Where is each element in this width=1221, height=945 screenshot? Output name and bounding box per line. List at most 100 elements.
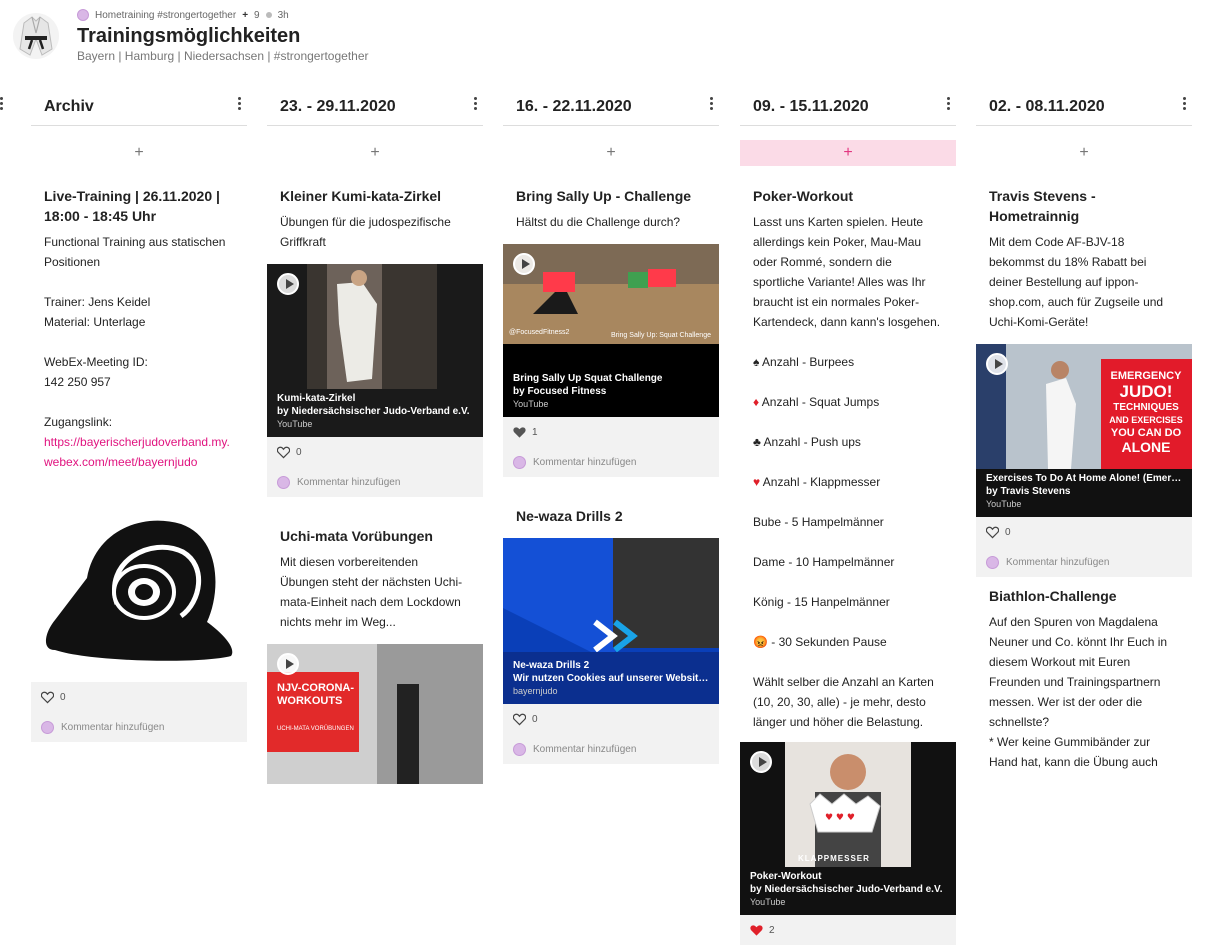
post-footer: 2 <box>740 915 956 945</box>
reactions-bar: 0 <box>267 437 483 467</box>
column-02-08-nov: 02. - 08.11.2020 + Travis Stevens - Home… <box>976 92 1192 769</box>
add-post-button[interactable]: + <box>976 140 1192 166</box>
post-title: Live-Training | 26.11.2020 | 18:00 - 18:… <box>44 188 220 224</box>
video-attachment[interactable]: @FocusedFitness2 Bring Sally Up: Squat C… <box>503 244 719 417</box>
link-title: Ne-waza Drills 2 <box>513 660 590 671</box>
comment-placeholder: Kommentar hinzufügen <box>533 743 637 755</box>
post-body-continued: Wählt selber die Anzahl an Karten (10, 2… <box>753 675 934 729</box>
post-footer: 1 Kommentar hinzufügen <box>503 417 719 477</box>
post-title: Poker-Workout <box>753 188 854 204</box>
heart-icon[interactable] <box>277 446 290 459</box>
post-card[interactable]: Kleiner Kumi-kata-Zirkel Übungen für die… <box>267 186 483 497</box>
comment-input[interactable]: Kommentar hinzufügen <box>503 447 719 477</box>
column-archiv: Archiv + Live-Training | 26.11.2020 | 18… <box>31 92 247 742</box>
video-attachment[interactable]: EMERGENCY JUDO! TECHNIQUES AND EXERCISES… <box>976 344 1192 517</box>
link-description: Wir nutzen Cookies auf unserer Website. … <box>513 673 709 684</box>
post-card[interactable]: Travis Stevens - Hometrainnig Mit dem Co… <box>976 186 1192 577</box>
column-23-29-nov: 23. - 29.11.2020 + Kleiner Kumi-kata-Zir… <box>267 92 483 784</box>
post-body: Lasst uns Karten spielen. Heute allerdin… <box>753 215 941 329</box>
more-options-icon[interactable] <box>472 97 478 113</box>
play-icon[interactable] <box>750 751 772 773</box>
more-options-icon[interactable] <box>708 97 714 113</box>
more-options-icon[interactable] <box>945 97 951 113</box>
add-post-button[interactable]: + <box>31 140 247 166</box>
reactions-bar: 2 <box>740 915 956 945</box>
heart-icon[interactable] <box>41 691 54 704</box>
post-title: Biathlon-Challenge <box>989 588 1117 604</box>
separator-dot <box>265 12 272 18</box>
club-icon: ♣ <box>753 435 761 449</box>
thumbnail-subtitle: UCHI-MATA VORÜBUNGEN <box>277 726 354 732</box>
link-caption: Ne-waza Drills 2 Wir nutzen Cookies auf … <box>503 653 719 704</box>
reactions-bar: 0 <box>503 704 719 734</box>
add-post-button[interactable]: + <box>740 140 956 166</box>
group-name[interactable]: Hometraining #strongertogether <box>95 10 236 21</box>
video-attachment[interactable]: ♥ ♥ ♥ KLAPPMESSER Poker-Workout by Niede… <box>740 742 956 915</box>
post-card[interactable]: Bring Sally Up - Challenge Hältst du die… <box>503 186 719 477</box>
more-options-icon[interactable] <box>236 97 242 113</box>
video-attachment[interactable]: Kumi-kata-Zirkel by Niedersächsischer Ju… <box>267 264 483 437</box>
thumbnail-tag: Bring Sally Up: Squat Challenge <box>610 332 711 339</box>
list-item: ♦ Anzahl - Squat Jumps <box>753 395 880 409</box>
play-icon[interactable] <box>277 273 299 295</box>
video-attachment[interactable]: NJV-CORONA-WORKOUTS UCHI-MATA VORÜBUNGEN <box>267 644 483 784</box>
webex-logo <box>45 520 233 661</box>
post-footer: 0 Kommentar hinzufügen <box>267 437 483 497</box>
members-count: 9 <box>254 9 260 21</box>
add-post-button[interactable]: + <box>267 140 483 166</box>
column-header: 09. - 15.11.2020 <box>740 92 956 126</box>
play-icon[interactable] <box>513 253 535 275</box>
column-header: 02. - 08.11.2020 <box>976 92 1192 126</box>
play-icon[interactable] <box>986 353 1008 375</box>
comment-input[interactable]: Kommentar hinzufügen <box>503 734 719 764</box>
post-card[interactable]: Poker-Workout Lasst uns Karten spielen. … <box>740 186 956 945</box>
add-post-button[interactable]: + <box>503 140 719 166</box>
post-body: Mit diesen vorbereitenden Übungen steht … <box>280 555 463 629</box>
list-item: ♠ Anzahl - Burpees <box>753 355 855 369</box>
page-subtitle: Bayern | Hamburg | Niedersachsen | #stro… <box>77 49 369 63</box>
heart-icon[interactable] <box>513 713 526 726</box>
post-title: Kleiner Kumi-kata-Zirkel <box>280 188 442 204</box>
more-options-icon[interactable] <box>1181 97 1187 113</box>
comment-input[interactable]: Kommentar hinzufügen <box>976 547 1192 577</box>
post-card[interactable]: Live-Training | 26.11.2020 | 18:00 - 18:… <box>31 186 247 742</box>
post-title: Uchi-mata Vorübungen <box>280 528 433 544</box>
comment-placeholder: Kommentar hinzufügen <box>533 456 637 468</box>
post-card[interactable]: Biathlon-Challenge Auf den Spuren von Ma… <box>976 586 1192 772</box>
post-body: Functional Training aus statischen Posit… <box>44 235 226 429</box>
link-attachment[interactable]: Ne-waza Drills 2 Wir nutzen Cookies auf … <box>503 538 719 704</box>
heart-icon[interactable] <box>750 924 763 937</box>
list-item: König - 15 Hanpelmänner <box>753 595 890 609</box>
video-title: Poker-Workout <box>750 871 822 882</box>
post-card[interactable]: Uchi-mata Vorübungen Mit diesen vorberei… <box>267 526 483 784</box>
comment-input[interactable]: Kommentar hinzufügen <box>267 467 483 497</box>
card-list: ♠ Anzahl - Burpees ♦ Anzahl - Squat Jump… <box>740 332 956 672</box>
more-options-icon[interactable] <box>0 97 6 112</box>
post-card[interactable]: Ne-waza Drills 2 Ne-waza Drills 2 Wir nu… <box>503 506 719 764</box>
post-title: Travis Stevens - Hometrainnig <box>989 188 1096 224</box>
heart-icon[interactable] <box>986 526 999 539</box>
video-source: YouTube <box>986 499 1022 509</box>
user-avatar <box>513 742 526 756</box>
play-icon[interactable] <box>277 653 299 675</box>
column-09-15-nov: 09. - 15.11.2020 + Poker-Workout Lasst u… <box>740 92 956 945</box>
comment-placeholder: Kommentar hinzufügen <box>61 721 165 733</box>
column-title: 23. - 29.11.2020 <box>280 98 396 115</box>
zugangslink-link[interactable]: https://bayerischerjudoverband.my.webex.… <box>44 435 230 469</box>
video-author: by Travis Stevens <box>986 486 1071 497</box>
column-header: 23. - 29.11.2020 <box>267 92 483 126</box>
like-count: 0 <box>60 691 66 703</box>
board-header: Hometraining #strongertogether + 9 3h Tr… <box>0 0 1221 70</box>
post-footer: 0 Kommentar hinzufügen <box>976 517 1192 577</box>
video-source: YouTube <box>513 399 549 409</box>
post-title: Ne-waza Drills 2 <box>516 508 623 524</box>
video-title: Exercises To Do At Home Alone! (Emergenc… <box>986 473 1182 484</box>
list-item: ♣ Anzahl - Push ups <box>753 435 861 449</box>
judoka-avatar[interactable] <box>12 9 60 63</box>
like-count: 2 <box>769 924 775 936</box>
post-title: Bring Sally Up - Challenge <box>516 188 692 204</box>
thumbnail-text: EMERGENCY JUDO! TECHNIQUES AND EXERCISES… <box>1109 370 1183 455</box>
comment-input[interactable]: Kommentar hinzufügen <box>31 712 247 742</box>
video-source: YouTube <box>277 419 313 429</box>
heart-icon[interactable] <box>513 426 526 439</box>
